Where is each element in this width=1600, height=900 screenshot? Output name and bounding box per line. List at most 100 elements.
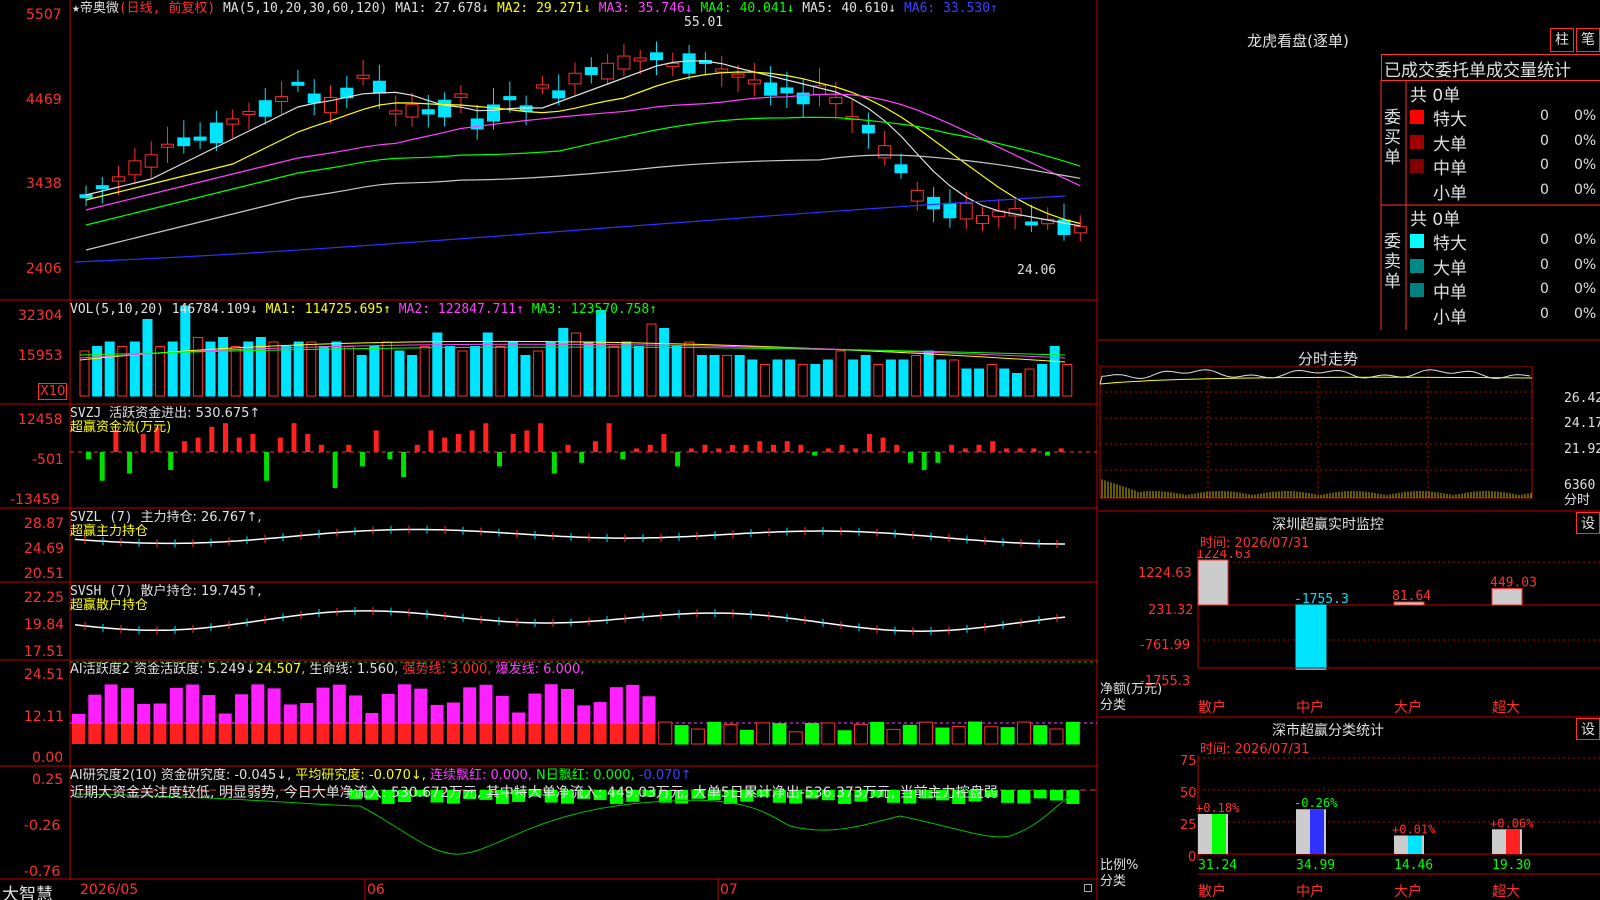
volume-bar: [155, 346, 166, 397]
candle-body: [584, 67, 598, 76]
candle-body: [617, 55, 631, 70]
svzj-bar: [675, 452, 681, 467]
ma2-value: MA2: 29.271↓: [496, 1, 591, 16]
svsh-line: [74, 610, 1066, 632]
active-bar: [837, 730, 852, 745]
buy-swatch-1: [1410, 134, 1424, 149]
ai-active-tick-1: 24.51: [24, 667, 65, 683]
volume-bar: [948, 359, 959, 397]
svzj-bar: [743, 444, 749, 452]
svzj-bar: [921, 452, 927, 470]
volume-bar: [1037, 364, 1048, 397]
price-tick-4: 2406: [26, 261, 62, 277]
volume-bar: [772, 359, 783, 397]
volume-bar: [810, 364, 821, 397]
intraday-unit: 分时: [1564, 493, 1591, 508]
candle-body: [291, 81, 305, 86]
chart-area[interactable]: ★帝奥微(日线, 前复权) MA(5,10,20,30,60,120) MA1:…: [0, 0, 1098, 900]
active-bar: [805, 722, 819, 745]
volume-bar: [142, 319, 153, 397]
active-bar-base: [512, 724, 526, 744]
active-bar-top: [137, 703, 151, 724]
volume-bar: [797, 364, 808, 397]
active-bar-top: [349, 695, 363, 724]
active-bar-base: [626, 724, 640, 744]
candle-body: [682, 53, 696, 74]
ma4-value: MA4: 40.041↓: [700, 1, 795, 16]
monitor-category-label: 大户: [1394, 699, 1422, 715]
classify-change-label: +0.01%: [1392, 822, 1436, 836]
candle-body: [731, 73, 745, 78]
volume-bar: [583, 341, 594, 397]
stock-name: 帝奥微: [79, 1, 119, 16]
active-bar-top: [561, 688, 574, 724]
active-bar-base: [414, 724, 428, 744]
active-bar-base: [430, 724, 444, 744]
monitor-tick-1: 1224.63: [1138, 566, 1192, 581]
active-bar: [902, 724, 917, 745]
volume-bar: [923, 350, 934, 397]
svzj-bar: [346, 444, 352, 452]
monitor-category-label: 中户: [1296, 699, 1324, 715]
volume-bar: [444, 346, 455, 397]
classify-time: 时间: 2026/07/31: [1200, 742, 1310, 757]
volume-bar: [318, 346, 329, 397]
volume-bar: [633, 346, 644, 397]
active-bar-base: [577, 724, 591, 744]
classify-chart[interactable]: +0.18% 31.24 散户 -0.26% 34.99 中户 +0.01% 14.46 大户 +…: [1098, 756, 1600, 900]
svsh-tick-1: 22.25: [24, 590, 65, 606]
active-bar-base: [381, 724, 395, 744]
candle-body: [454, 93, 468, 98]
monitor-bar: [1491, 588, 1523, 606]
classify-value-label: 31.24: [1198, 858, 1237, 873]
volume-bar: [344, 346, 355, 397]
svzj-bar: [620, 452, 626, 460]
sell-swatch-1: [1410, 258, 1424, 273]
volume-bar: [394, 350, 405, 397]
intraday-chart[interactable]: [1098, 366, 1600, 510]
classify-value-label: 19.30: [1492, 858, 1531, 873]
svzl-line: [74, 528, 1065, 545]
svzj-bar: [455, 434, 461, 452]
classify-value-label: 34.99: [1296, 858, 1335, 873]
svsh-title: 散户持仓: 19.745↑,: [140, 584, 262, 599]
monitor-settings-button[interactable]: 设: [1576, 512, 1600, 534]
svzj-bar: [1058, 448, 1064, 452]
volume-bar: [281, 346, 292, 397]
svzj-bar: [825, 448, 831, 452]
svzj-bar: [469, 430, 475, 452]
classify-change-label: -0.26%: [1294, 796, 1338, 810]
volume-bar: [570, 332, 581, 397]
active-bar: [821, 722, 836, 745]
active-bar: [788, 731, 803, 745]
svzj-bar: [606, 423, 612, 452]
volume-bar: [974, 368, 985, 397]
svzj-bar: [729, 444, 735, 452]
monitor-value-label: 1224.63: [1196, 550, 1251, 562]
ai-active-life: 生命线: 1.560,: [309, 662, 399, 677]
active-bar: [1000, 727, 1015, 745]
svzj-bar: [264, 452, 270, 481]
sell-row-pct: 0%: [1574, 281, 1597, 297]
active-bar-top: [495, 695, 509, 724]
svzj-bar: [318, 444, 324, 452]
vol-tick-1: 32304: [18, 308, 63, 324]
research-bar: [1017, 790, 1031, 804]
svzj-bar: [140, 434, 146, 452]
volume-bar: [936, 359, 947, 397]
active-bar-top: [235, 694, 248, 724]
classify-settings-button[interactable]: 设: [1576, 718, 1600, 740]
classify-category-label: 大户: [1394, 883, 1422, 900]
ai-active-tick-3: 0.00: [32, 750, 64, 766]
candlestick-chart[interactable]: [70, 0, 1097, 300]
lock-icon[interactable]: [1084, 884, 1092, 892]
volume-bar: [1011, 373, 1022, 397]
active-bar-base: [479, 724, 493, 744]
active-bar-base: [332, 724, 346, 744]
volume-bar: [205, 341, 216, 397]
active-bar-top: [153, 703, 167, 724]
intraday-tick-3: 21.92: [1564, 442, 1600, 457]
candle-body: [959, 202, 973, 220]
ai-research-header: AI研究度2(10) 资金研究度: -0.045↓, 平均研究度: -0.070…: [70, 768, 692, 783]
svsh-tick-3: 17.51: [24, 644, 65, 660]
